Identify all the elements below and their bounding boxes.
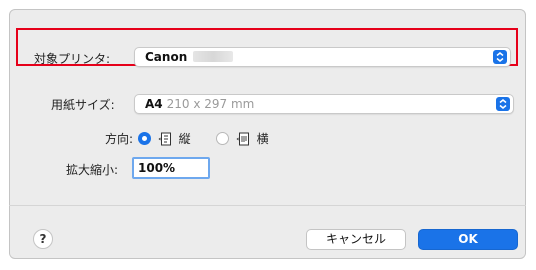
- printer-name-redacted: [193, 51, 234, 62]
- portrait-radio[interactable]: [138, 132, 151, 145]
- printer-label: 対象プリンタ:: [34, 52, 111, 66]
- portrait-icon: [158, 132, 172, 149]
- cancel-button[interactable]: キャンセル: [306, 229, 406, 250]
- chevron-updown-icon: [496, 97, 510, 111]
- printer-select[interactable]: Canon: [134, 47, 511, 67]
- scale-label: 拡大縮小:: [66, 163, 119, 177]
- paper-size-select[interactable]: A4 210 x 297 mm: [134, 94, 514, 114]
- ok-button[interactable]: OK: [418, 229, 518, 250]
- scale-field[interactable]: 100%: [132, 157, 210, 179]
- printer-value: Canon: [145, 50, 188, 64]
- landscape-icon: [236, 132, 250, 149]
- orientation-label: 方向:: [105, 132, 134, 146]
- landscape-label: 横: [256, 132, 269, 146]
- landscape-radio[interactable]: [216, 132, 229, 145]
- orientation-landscape[interactable]: 横: [216, 130, 269, 146]
- orientation-portrait[interactable]: 縦: [138, 130, 191, 146]
- help-icon[interactable]: ?: [33, 229, 53, 249]
- chevron-updown-icon: [493, 50, 507, 64]
- paper-size-detail: 210 x 297 mm: [166, 97, 255, 111]
- paper-size-value: A4: [145, 97, 163, 111]
- divider: [9, 205, 526, 206]
- paper-size-label: 用紙サイズ:: [51, 98, 115, 112]
- portrait-label: 縦: [178, 132, 191, 146]
